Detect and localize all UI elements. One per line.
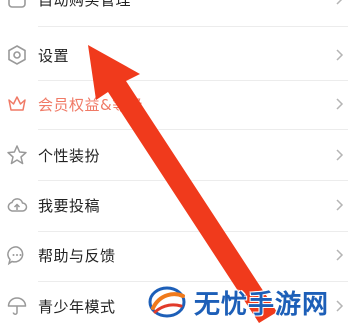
watermark: 无忧手游网 [146, 282, 342, 322]
menu-item-label: 个性装扮 [38, 146, 101, 165]
menu-item-label: 会员权益&等级 [38, 95, 144, 114]
menu-item-label: 青少年模式 [38, 297, 116, 316]
settings-hexagon-icon [6, 44, 28, 66]
menu-item-help[interactable]: 帮助与反馈 [0, 230, 348, 280]
crown-icon [6, 93, 28, 115]
settings-menu: 自动购买管理 设置 会员权益&等级 [0, 0, 348, 326]
menu-item-membership[interactable]: 会员权益&等级 [0, 79, 348, 129]
watermark-text: 无忧手游网 [194, 289, 330, 320]
menu-item-label: 自动购买管理 [38, 0, 131, 10]
divider [38, 26, 348, 27]
chevron-right-icon [334, 97, 344, 111]
auto-buy-icon [6, 0, 28, 10]
menu-item-auto-buy[interactable]: 自动购买管理 [0, 0, 348, 24]
chat-bubble-icon [6, 244, 28, 266]
chevron-right-icon [334, 198, 344, 212]
menu-item-decoration[interactable]: 个性装扮 [0, 130, 348, 180]
menu-item-label: 设置 [38, 46, 70, 65]
chevron-right-icon [334, 148, 344, 162]
menu-item-label: 我要投稿 [38, 196, 101, 215]
menu-item-submit[interactable]: 我要投稿 [0, 180, 348, 230]
star-badge-icon [6, 144, 28, 166]
umbrella-icon [6, 295, 28, 317]
menu-item-settings[interactable]: 设置 [0, 30, 348, 80]
chevron-right-icon [334, 48, 344, 62]
chevron-right-icon [334, 0, 344, 6]
cloud-upload-icon [6, 194, 28, 216]
chevron-right-icon [334, 248, 344, 262]
watermark-logo-icon [146, 284, 188, 320]
menu-item-label: 帮助与反馈 [38, 246, 116, 265]
